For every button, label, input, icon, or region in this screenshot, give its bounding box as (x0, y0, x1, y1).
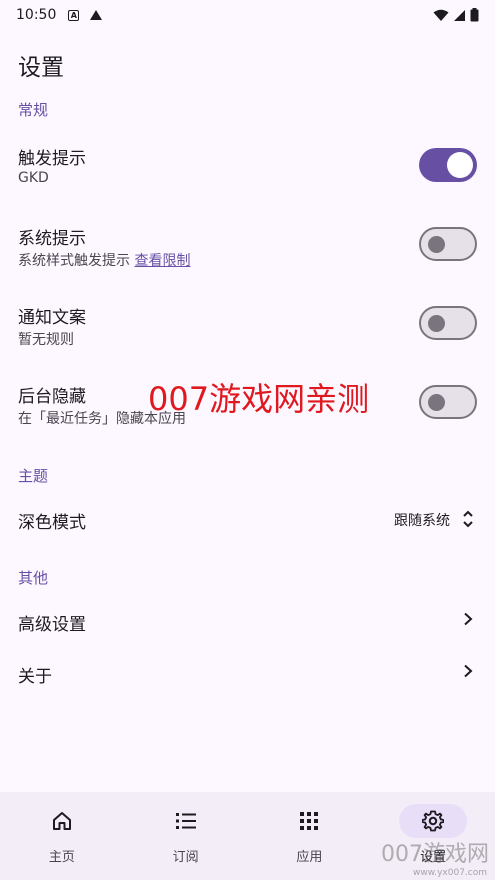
toggle-thumb (428, 314, 445, 332)
watermark-text: 007游戏网亲测 (148, 380, 370, 418)
cell-signal-icon (454, 9, 465, 21)
battery-icon (470, 8, 479, 22)
nav-item-apps[interactable]: 应用 (248, 792, 372, 880)
wifi-icon (433, 9, 449, 21)
section-header-theme: 主题 (18, 467, 49, 485)
row-title: 关于 (18, 667, 52, 687)
notification-a-icon: A (68, 9, 80, 21)
row-subtitle: 系统样式触发提示 查看限制 (18, 250, 190, 270)
status-time: 10:50 (16, 7, 57, 23)
row-title: 触发提示 (18, 149, 86, 169)
status-icons (433, 8, 479, 22)
row-subtitle: GKD (18, 170, 49, 186)
row-subtitle-text: 系统样式触发提示 (18, 253, 130, 269)
chevron-right-icon (464, 612, 473, 626)
nav-item-subscriptions[interactable]: 订阅 (124, 792, 248, 880)
notify-toggle[interactable] (419, 306, 477, 340)
setting-row-system[interactable]: 系统提示 系统样式触发提示 查看限制 (0, 210, 495, 282)
status-bar: 10:50 A (0, 0, 495, 30)
row-title: 深色模式 (18, 513, 86, 533)
toggle-thumb (428, 393, 445, 411)
row-title: 系统提示 (18, 229, 86, 249)
setting-row-advanced[interactable]: 高级设置 (0, 596, 495, 646)
nav-label: 应用 (296, 850, 323, 865)
nav-label: 主页 (48, 850, 75, 865)
row-title: 通知文案 (18, 308, 86, 328)
corner-watermark-url: www.yx007.com (412, 868, 487, 878)
page-title: 设置 (18, 55, 64, 81)
nav-item-home[interactable]: 主页 (0, 792, 124, 880)
setting-row-about[interactable]: 关于 (0, 648, 495, 698)
corner-watermark: 007游戏网 (381, 842, 489, 867)
toggle-thumb (428, 235, 445, 253)
trigger-toggle[interactable] (419, 148, 477, 182)
system-toggle[interactable] (419, 227, 477, 261)
view-limits-link[interactable]: 查看限制 (134, 253, 190, 269)
home-icon (52, 812, 71, 830)
nav-label: 订阅 (172, 850, 199, 865)
row-title: 后台隐藏 (18, 387, 86, 407)
toggle-thumb (447, 152, 473, 178)
row-subtitle: 暂无规则 (18, 332, 74, 348)
chevron-right-icon (464, 664, 473, 678)
setting-row-notify[interactable]: 通知文案 暂无规则 (0, 289, 495, 361)
unfold-icon (463, 510, 473, 528)
setting-row-dark-mode[interactable]: 深色模式 跟随系统 (0, 492, 495, 544)
setting-row-trigger[interactable]: 触发提示 GKD (0, 130, 495, 202)
dark-mode-value: 跟随系统 (394, 513, 450, 529)
section-header-other: 其他 (18, 569, 49, 587)
gear-icon (422, 810, 445, 832)
apps-grid-icon (300, 812, 319, 830)
section-header-general: 常规 (18, 101, 49, 119)
list-icon (175, 813, 196, 829)
row-title: 高级设置 (18, 615, 86, 635)
android-debug-icon (90, 10, 103, 20)
background-toggle[interactable] (419, 385, 477, 419)
